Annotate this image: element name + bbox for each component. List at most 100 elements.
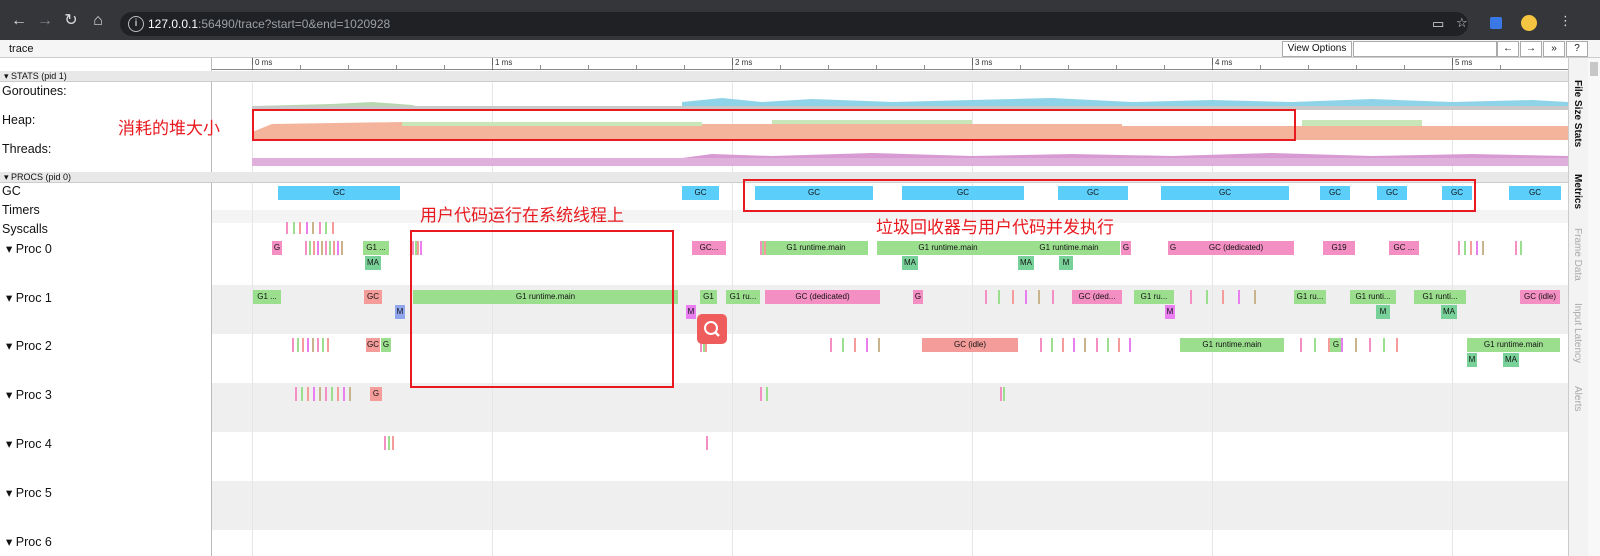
reload-icon[interactable]: ↻ xyxy=(62,12,80,30)
help-button[interactable]: ? xyxy=(1566,41,1588,57)
search-input[interactable] xyxy=(1353,41,1497,57)
event-tick[interactable] xyxy=(830,338,832,352)
event-tick[interactable] xyxy=(307,387,309,401)
event-tick[interactable] xyxy=(309,241,311,255)
proc-slice[interactable]: G1 runtime.main xyxy=(1180,338,1284,352)
proc-slice[interactable]: G1 runtime.main xyxy=(764,241,868,255)
proc-slice[interactable]: GC... xyxy=(692,241,726,255)
event-tick[interactable] xyxy=(392,436,394,450)
next-button[interactable]: → xyxy=(1520,41,1542,57)
event-tick[interactable] xyxy=(1458,241,1460,255)
event-tick[interactable] xyxy=(325,241,327,255)
proc-slice[interactable]: G1 runtime.main xyxy=(877,241,1019,255)
event-tick[interactable] xyxy=(1000,387,1002,401)
event-tick[interactable] xyxy=(337,241,339,255)
cast-icon[interactable]: ▭ xyxy=(1432,16,1444,32)
proc4-label[interactable]: ▾ Proc 4 xyxy=(6,436,52,451)
bookmark-star-icon[interactable]: ☆ xyxy=(1456,15,1468,31)
event-tick[interactable] xyxy=(1355,338,1357,352)
proc-slice[interactable]: G xyxy=(1168,241,1178,255)
event-tick[interactable] xyxy=(301,387,303,401)
prev-button[interactable]: ← xyxy=(1497,41,1519,57)
event-tick[interactable] xyxy=(307,338,309,352)
event-tick[interactable] xyxy=(1300,338,1302,352)
proc-slice[interactable]: G xyxy=(913,290,923,304)
proc0-label[interactable]: ▾ Proc 0 xyxy=(6,241,52,256)
event-tick[interactable] xyxy=(998,290,1001,304)
event-tick[interactable] xyxy=(764,241,766,255)
event-tick[interactable] xyxy=(313,241,315,255)
zoom-button[interactable] xyxy=(697,314,727,344)
tab-frame-data[interactable]: Frame Data xyxy=(1572,228,1583,281)
event-tick[interactable] xyxy=(1003,387,1005,401)
proc-slice[interactable]: G1 runti... xyxy=(1414,290,1466,304)
event-tick[interactable] xyxy=(1190,290,1192,304)
event-tick[interactable] xyxy=(319,387,321,401)
event-tick[interactable] xyxy=(1051,290,1054,304)
tab-alerts[interactable]: Alerts xyxy=(1572,386,1583,412)
proc-slice[interactable]: GC (idle) xyxy=(1520,290,1560,304)
event-tick[interactable] xyxy=(854,338,856,352)
event-tick[interactable] xyxy=(297,338,299,352)
proc-slice[interactable]: GC xyxy=(366,338,380,352)
event-tick[interactable] xyxy=(329,241,331,255)
gc-slice[interactable]: GC xyxy=(1509,186,1561,200)
proc-slice[interactable]: G xyxy=(1121,241,1131,255)
proc-slice[interactable]: MA xyxy=(1018,256,1034,270)
event-tick[interactable] xyxy=(331,222,334,234)
threads-counter[interactable] xyxy=(252,150,1568,166)
event-tick[interactable] xyxy=(1073,338,1076,352)
address-bar[interactable]: i 127.0.0.1:56490/trace?start=0&end=1020… xyxy=(120,12,1468,36)
event-tick[interactable] xyxy=(349,387,351,401)
event-tick[interactable] xyxy=(1011,290,1014,304)
proc-slice[interactable]: GC (idle) xyxy=(922,338,1018,352)
goroutines-counter[interactable] xyxy=(252,92,1568,110)
proc-slice[interactable]: MA xyxy=(1441,305,1457,319)
event-tick[interactable] xyxy=(1327,338,1330,352)
proc-slice[interactable]: G1 runti... xyxy=(1350,290,1396,304)
event-tick[interactable] xyxy=(299,222,301,234)
proc-slice[interactable]: GC (dedicated) xyxy=(1178,241,1294,255)
info-icon[interactable]: i xyxy=(128,16,144,32)
event-tick[interactable] xyxy=(1106,338,1109,352)
event-tick[interactable] xyxy=(1084,338,1087,352)
event-tick[interactable] xyxy=(706,436,708,450)
proc2-label[interactable]: ▾ Proc 2 xyxy=(6,338,52,353)
event-tick[interactable] xyxy=(1095,338,1098,352)
proc1-label[interactable]: ▾ Proc 1 xyxy=(6,290,52,305)
proc-slice[interactable]: G1 ... xyxy=(253,290,281,304)
proc-slice[interactable]: MA xyxy=(1503,353,1519,367)
event-tick[interactable] xyxy=(1206,290,1208,304)
event-tick[interactable] xyxy=(760,387,762,401)
event-tick[interactable] xyxy=(295,387,297,401)
stats-section-header[interactable]: ▾ STATS (pid 1) xyxy=(0,71,1568,82)
event-tick[interactable] xyxy=(317,241,319,255)
event-tick[interactable] xyxy=(878,338,880,352)
proc-slice[interactable]: G xyxy=(381,338,391,352)
event-tick[interactable] xyxy=(766,387,768,401)
event-tick[interactable] xyxy=(1038,290,1041,304)
event-tick[interactable] xyxy=(1313,338,1316,352)
proc-slice[interactable]: G1 ru... xyxy=(726,290,760,304)
avatar[interactable] xyxy=(1521,15,1537,31)
event-tick[interactable] xyxy=(325,222,327,234)
event-tick[interactable] xyxy=(1040,338,1042,352)
event-tick[interactable] xyxy=(341,241,343,255)
event-tick[interactable] xyxy=(1382,338,1385,352)
event-tick[interactable] xyxy=(985,290,987,304)
event-tick[interactable] xyxy=(1062,338,1065,352)
kebab-menu-icon[interactable]: ⋮ xyxy=(1559,13,1572,29)
proc-slice[interactable]: G xyxy=(272,241,282,255)
proc3-label[interactable]: ▾ Proc 3 xyxy=(6,387,52,402)
proc-slice[interactable]: GC (ded... xyxy=(1072,290,1122,304)
extension-icon[interactable] xyxy=(1490,17,1502,29)
event-tick[interactable] xyxy=(337,387,339,401)
event-tick[interactable] xyxy=(1515,241,1517,255)
event-tick[interactable] xyxy=(842,338,844,352)
proc-slice[interactable]: G19 xyxy=(1323,241,1355,255)
event-tick[interactable] xyxy=(1238,290,1240,304)
home-icon[interactable]: ⌂ xyxy=(89,12,107,30)
event-tick[interactable] xyxy=(317,338,319,352)
event-tick[interactable] xyxy=(321,241,323,255)
event-tick[interactable] xyxy=(1128,338,1131,352)
